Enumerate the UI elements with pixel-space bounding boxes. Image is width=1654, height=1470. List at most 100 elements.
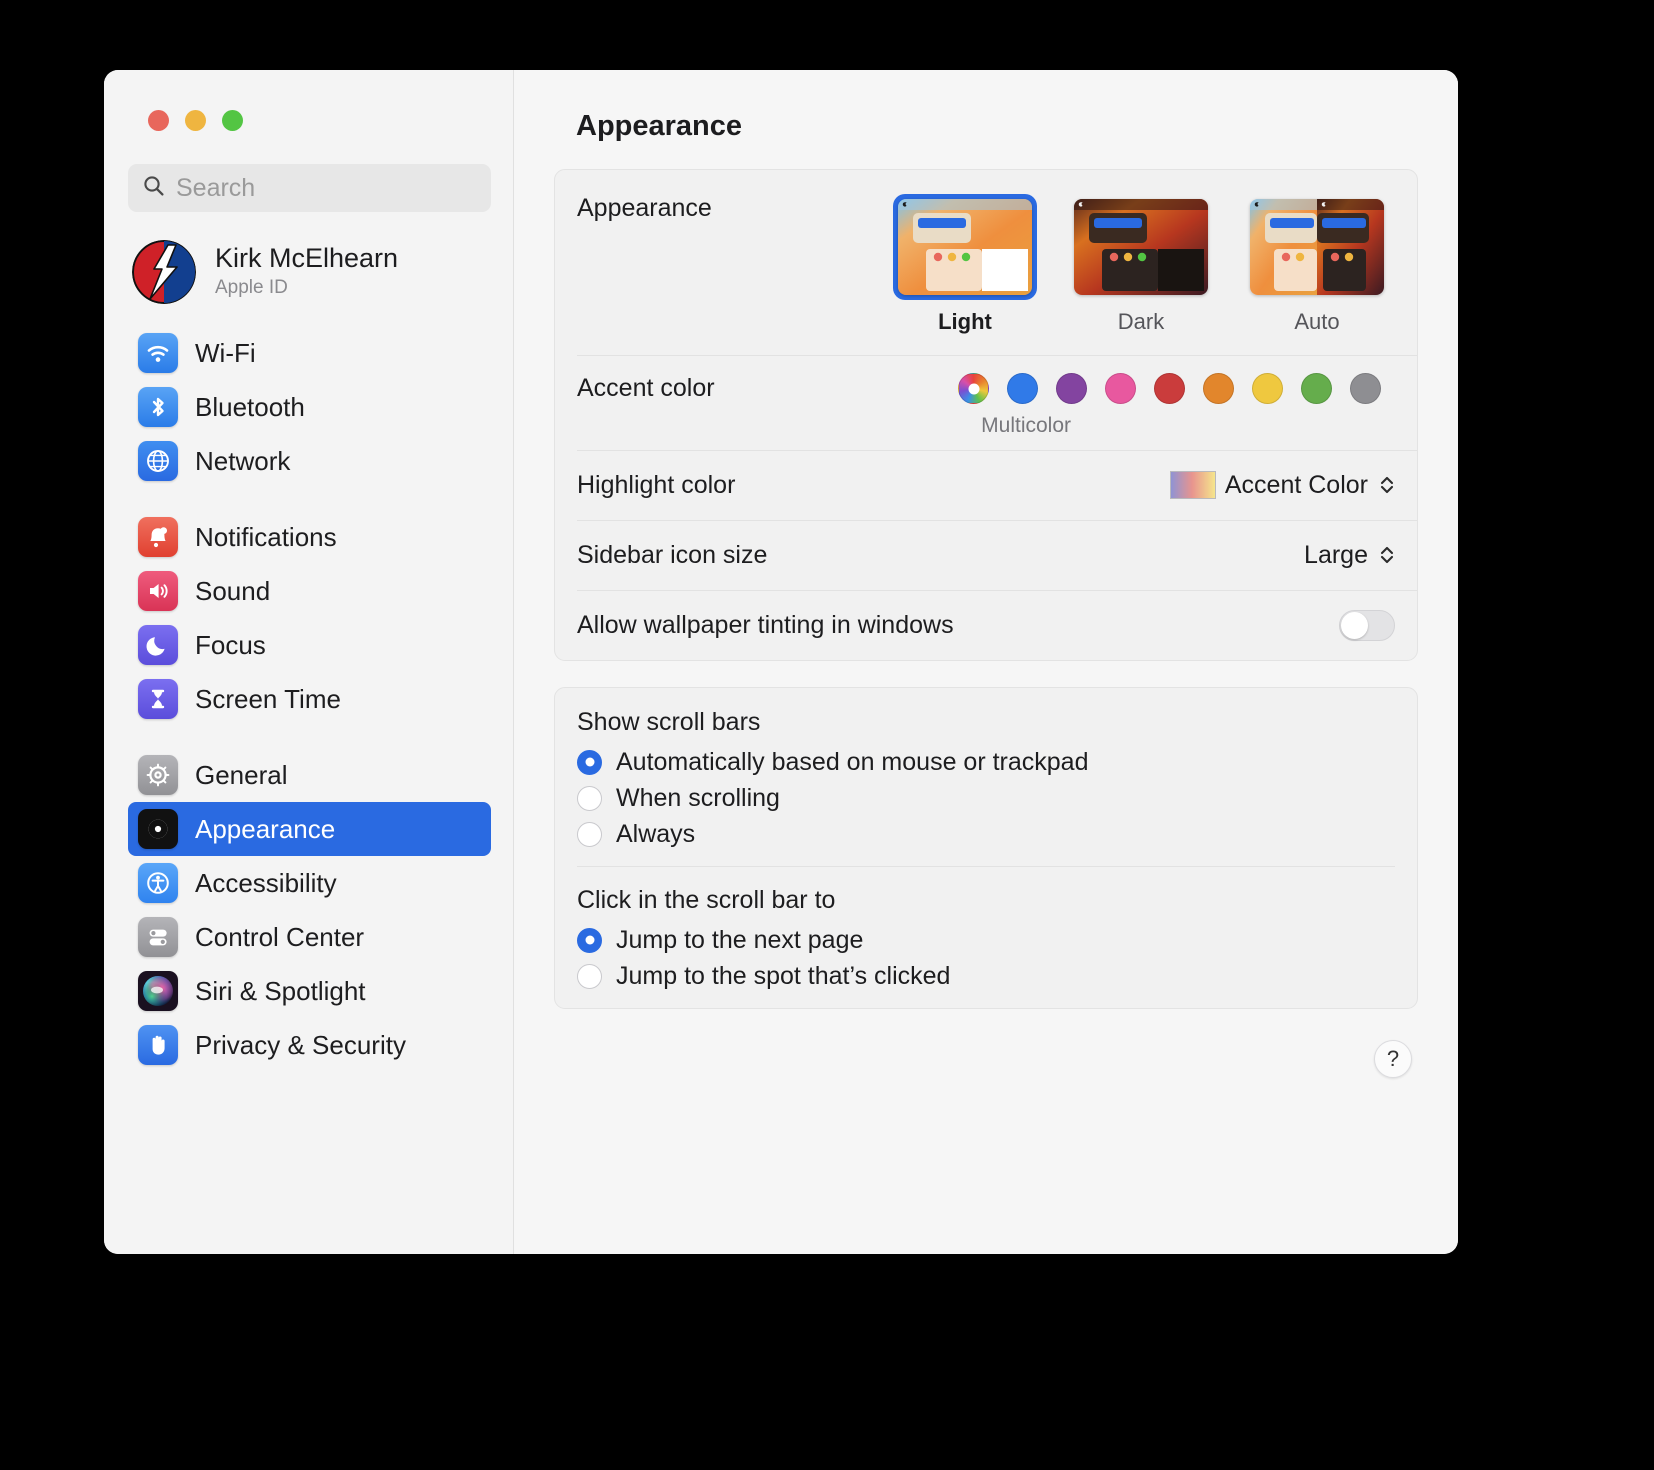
radio-button[interactable]	[577, 821, 602, 847]
bluetooth-icon	[138, 387, 178, 427]
click-scroll-bar-group: Click in the scroll bar to Jump to the n…	[555, 866, 1417, 1008]
radio-button[interactable]	[577, 785, 602, 811]
accent-swatch-pink[interactable]	[1105, 373, 1136, 404]
chevron-updown-icon	[1379, 474, 1395, 496]
system-settings-window: Search Kirk McElhearn Apple ID Wi-Fi Blu…	[104, 70, 1458, 1254]
appearance-option-label: Light	[938, 309, 992, 334]
sidebar-nav: Wi-Fi Bluetooth Network Notifications So…	[104, 326, 513, 1072]
wallpaper-tinting-row: Allow wallpaper tinting in windows	[555, 590, 1417, 660]
help-button[interactable]: ?	[1374, 1040, 1412, 1078]
close-button[interactable]	[148, 110, 169, 131]
radio-label: Jump to the next page	[616, 925, 864, 954]
sidebar-item-label: Control Center	[195, 921, 365, 952]
accent-swatch-orange[interactable]	[1203, 373, 1234, 404]
appearance-option-auto[interactable]: Auto	[1245, 194, 1389, 335]
sidebar-item-general[interactable]: General	[128, 748, 491, 802]
search-field[interactable]: Search	[128, 164, 491, 212]
chevron-updown-icon	[1379, 544, 1395, 566]
accent-swatch-purple[interactable]	[1056, 373, 1087, 404]
sidebar-item-label: Appearance	[195, 813, 336, 844]
appearance-option-dark[interactable]: Dark	[1069, 194, 1213, 335]
account-row[interactable]: Kirk McElhearn Apple ID	[132, 240, 513, 304]
sidebar-item-notifications[interactable]: Notifications	[128, 510, 491, 564]
sidebar-item-appearance[interactable]: Appearance	[128, 802, 491, 856]
screen-time-hourglass-icon	[138, 679, 178, 719]
appearance-thumb-selection-ring	[893, 194, 1037, 300]
wifi-icon	[138, 333, 178, 373]
sidebar-item-privacy-security[interactable]: Privacy & Security	[128, 1018, 491, 1072]
page-title: Appearance	[576, 110, 743, 142]
appearance-contrast-icon	[138, 809, 178, 849]
sidebar-item-focus[interactable]: Focus	[128, 618, 491, 672]
sidebar-item-siri-spotlight[interactable]: Siri & Spotlight	[128, 964, 491, 1018]
sidebar-group-personalization: General Appearance Accessibility Control…	[104, 748, 513, 1072]
radio-button[interactable]	[577, 927, 602, 953]
accent-swatch-green[interactable]	[1301, 373, 1332, 404]
sound-speaker-icon	[138, 571, 178, 611]
click-scroll-bar-title: Click in the scroll bar to	[577, 886, 836, 914]
search-icon	[142, 174, 166, 203]
sidebar: Search Kirk McElhearn Apple ID Wi-Fi Blu…	[104, 70, 514, 1254]
sidebar-group-system: Notifications Sound Focus Screen Time	[104, 510, 513, 726]
minimize-button[interactable]	[185, 110, 206, 131]
sidebar-icon-size-value: Large	[1304, 540, 1368, 569]
accent-swatch-graphite[interactable]	[1350, 373, 1381, 404]
account-subtitle: Apple ID	[215, 276, 288, 298]
search-placeholder: Search	[176, 173, 256, 202]
radio-button[interactable]	[577, 749, 602, 775]
sidebar-item-label: Screen Time	[195, 683, 341, 714]
sidebar-item-label: Notifications	[195, 521, 337, 552]
sidebar-item-accessibility[interactable]: Accessibility	[128, 856, 491, 910]
sidebar-icon-size-row: Sidebar icon size Large	[555, 520, 1417, 590]
appearance-option-label: Dark	[1117, 309, 1165, 334]
appearance-options: Light Dark Auto	[893, 194, 1395, 335]
appearance-label: Appearance	[577, 194, 712, 222]
accent-swatch-yellow[interactable]	[1252, 373, 1283, 404]
sidebar-item-network[interactable]: Network	[128, 434, 491, 488]
show-scroll-bars-group: Show scroll bars Automatically based on …	[555, 688, 1417, 866]
sidebar-icon-size-popup[interactable]: Large	[1304, 541, 1395, 570]
sidebar-item-screen-time[interactable]: Screen Time	[128, 672, 491, 726]
avatar	[132, 240, 196, 304]
radio-label: Automatically based on mouse or trackpad	[616, 747, 1089, 776]
highlight-color-label: Highlight color	[577, 470, 736, 499]
sidebar-item-label: Privacy & Security	[195, 1029, 406, 1060]
focus-moon-icon	[138, 625, 178, 665]
scroll-bars-card: Show scroll bars Automatically based on …	[554, 687, 1418, 1009]
sidebar-item-label: Accessibility	[195, 867, 337, 898]
sidebar-item-control-center[interactable]: Control Center	[128, 910, 491, 964]
sidebar-icon-size-label: Sidebar icon size	[577, 540, 768, 569]
toggle-knob	[1341, 611, 1368, 639]
control-center-icon	[138, 917, 178, 957]
accent-swatch-blue[interactable]	[1007, 373, 1038, 404]
radio-label: Always	[616, 819, 696, 848]
wallpaper-tinting-label: Allow wallpaper tinting in windows	[577, 610, 954, 639]
radio-button[interactable]	[577, 963, 602, 989]
accent-swatch-red[interactable]	[1154, 373, 1185, 404]
accent-selected-name: Multicolor	[981, 414, 1071, 437]
radio-scrollbars-auto[interactable]: Automatically based on mouse or trackpad	[577, 744, 1395, 780]
appearance-thumb-auto	[1250, 199, 1384, 295]
sidebar-item-label: Siri & Spotlight	[195, 975, 366, 1006]
sidebar-item-wifi[interactable]: Wi-Fi	[128, 326, 491, 380]
wallpaper-tinting-toggle[interactable]	[1339, 609, 1395, 641]
appearance-option-light[interactable]: Light	[893, 194, 1037, 335]
radio-scrollbars-always[interactable]: Always	[577, 816, 1395, 852]
accent-color-swatches	[958, 373, 1395, 404]
highlight-color-row: Highlight color Accent Color	[555, 450, 1417, 520]
accessibility-icon	[138, 863, 178, 903]
radio-label: When scrolling	[616, 783, 780, 812]
show-scroll-bars-title: Show scroll bars	[577, 708, 761, 736]
sidebar-item-sound[interactable]: Sound	[128, 564, 491, 618]
radio-jump-next-page[interactable]: Jump to the next page	[577, 922, 1395, 958]
sidebar-item-bluetooth[interactable]: Bluetooth	[128, 380, 491, 434]
radio-jump-to-spot[interactable]: Jump to the spot that’s clicked	[577, 958, 1395, 994]
notifications-bell-icon	[138, 517, 178, 557]
sidebar-item-label: General	[195, 759, 288, 790]
highlight-color-popup[interactable]: Accent Color	[1169, 471, 1395, 500]
appearance-settings-card: Appearance Light Dark Auto Accent color …	[554, 169, 1418, 661]
radio-scrollbars-when-scrolling[interactable]: When scrolling	[577, 780, 1395, 816]
zoom-button[interactable]	[222, 110, 243, 131]
sidebar-item-label: Network	[195, 445, 291, 476]
accent-swatch-multicolor[interactable]	[958, 373, 989, 404]
